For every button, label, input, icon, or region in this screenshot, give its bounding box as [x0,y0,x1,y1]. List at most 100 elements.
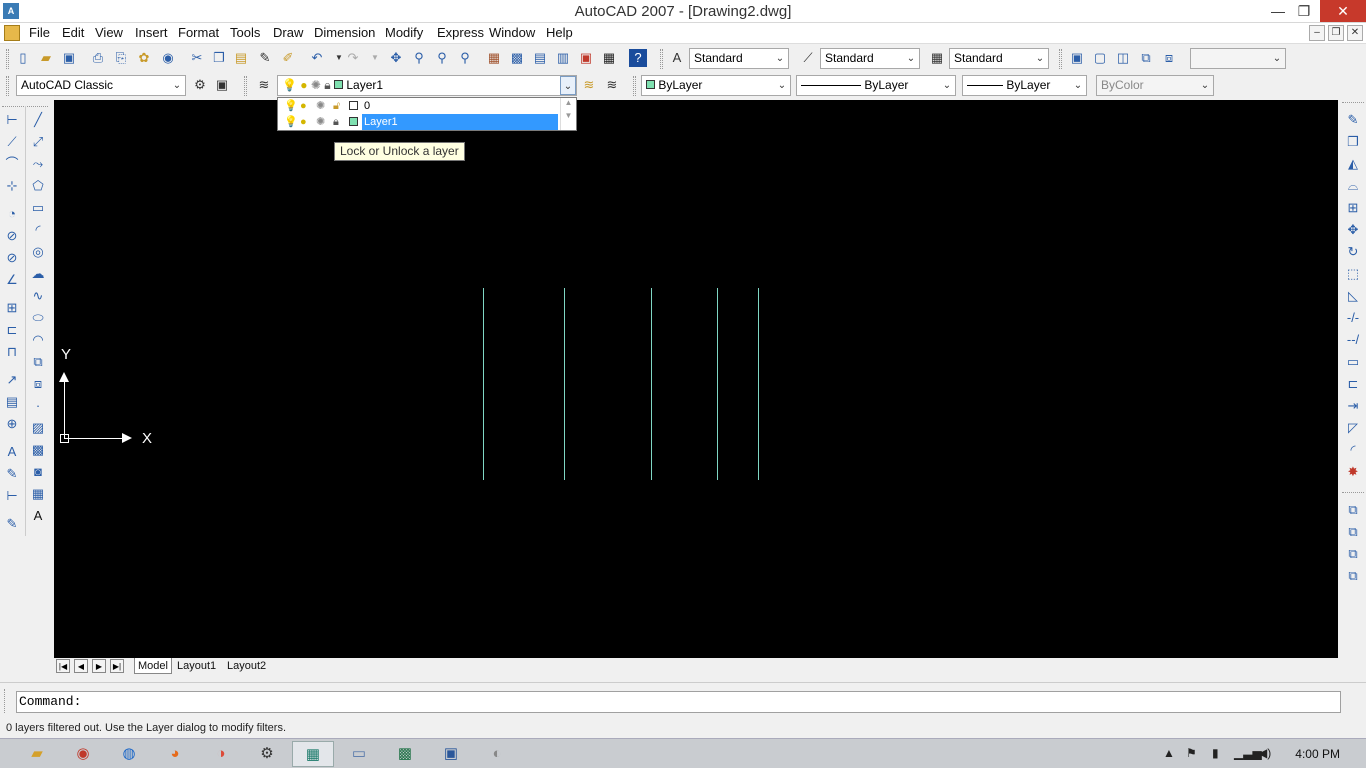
open-icon[interactable]: ▰ [37,49,55,67]
help-icon[interactable]: ? [629,49,647,67]
plot-icon[interactable]: ⎙ [89,49,107,67]
dim-update-icon[interactable]: ⊢ [2,486,22,506]
point-icon[interactable]: · [28,396,48,416]
properties-icon[interactable]: ▦ [485,49,503,67]
menu-help[interactable]: Help [546,25,573,40]
construction-line-icon[interactable]: ⤢ [28,132,48,152]
dim-style-select[interactable]: Standard ⌄ [820,48,920,69]
toolbar-grip[interactable] [244,76,247,96]
quickcalc-icon[interactable]: ▦ [600,49,618,67]
first-tab-icon[interactable]: |◀ [56,659,70,673]
single-viewport-icon[interactable]: ▢ [1091,49,1109,67]
convert-viewport-icon[interactable]: ⧉ [1137,49,1155,67]
minimize-button[interactable]: — [1264,0,1292,22]
3d-dwf-icon[interactable]: ◉ [159,49,177,67]
chamfer-icon[interactable]: ◸ [1343,418,1363,438]
scroll-down-icon[interactable]: ▼ [561,111,576,120]
line-icon[interactable]: ╱ [28,110,48,130]
gradient-icon[interactable]: ▩ [28,440,48,460]
toolbar-grip[interactable] [6,49,9,69]
flag-icon[interactable]: ⚑ [1186,746,1197,760]
maximize-button[interactable]: ❐ [1290,0,1318,22]
doc-close-button[interactable]: ✕ [1347,25,1363,41]
chevron-down-icon[interactable]: ⌄ [1070,76,1086,95]
tool-palettes-icon[interactable]: ▤ [531,49,549,67]
last-tab-icon[interactable]: ▶| [110,659,124,673]
make-block-icon[interactable]: ⧈ [28,374,48,394]
next-tab-icon[interactable]: ▶ [92,659,106,673]
angular-icon[interactable]: ∠ [2,270,22,290]
drawn-line[interactable] [483,288,484,480]
layer-manager-icon[interactable]: ≋ [255,76,273,94]
toolbar-grip[interactable] [1342,102,1364,103]
menu-window[interactable]: Window [489,25,535,40]
viewport-freeze-icon[interactable]: ✺ [316,98,325,114]
sun-icon[interactable]: ● [300,98,307,114]
menu-dimension[interactable]: Dimension [314,25,375,40]
cut-icon[interactable]: ✂ [188,49,206,67]
unlock-icon[interactable]: 🔓︎ [333,98,340,114]
center-mark-icon[interactable]: ⊕ [2,414,22,434]
menu-view[interactable]: View [95,25,123,40]
excel-icon[interactable]: ▩ [384,741,426,767]
table-style-select[interactable]: Standard ⌄ [949,48,1049,69]
menu-modify[interactable]: Modify [385,25,423,40]
dropdown-scrollbar[interactable]: ▲ ▼ [560,98,576,130]
menu-express[interactable]: Express [437,25,484,40]
redo-icon[interactable]: ↷ [344,49,362,67]
insert-block-icon[interactable]: ⧉ [28,352,48,372]
tab-layout2[interactable]: Layout2 [224,658,269,674]
drawn-line[interactable] [651,288,652,480]
paste-icon[interactable]: ▤ [232,49,250,67]
move-icon[interactable]: ✥ [1343,220,1363,240]
chevron-down-icon[interactable]: ⌄ [903,49,919,68]
offset-icon[interactable]: ⌓ [1343,176,1363,196]
mirror-icon[interactable]: ◭ [1343,154,1363,174]
layer-select[interactable]: 💡 ● ✺ 🔒︎ Layer1 ⌄ [277,75,577,96]
chevron-down-icon[interactable]: ⌄ [169,76,185,95]
zoom-previous-icon[interactable]: ⚲ [456,49,474,67]
jogged-icon[interactable]: ⊘ [2,226,22,246]
fillet-icon[interactable]: ◜ [1343,440,1363,460]
menu-tools[interactable]: Tools [230,25,260,40]
window-app-icon[interactable]: ▭ [338,741,380,767]
menu-insert[interactable]: Insert [135,25,168,40]
text-style-icon[interactable]: A [668,49,686,67]
qleader-icon[interactable]: ↗ [2,370,22,390]
layer-previous-icon[interactable]: ≋ [603,76,621,94]
bring-to-front-icon[interactable]: ⧉ [1343,500,1363,520]
workspace-save-icon[interactable]: ▣ [213,76,231,94]
command-grip[interactable] [4,689,12,713]
bring-above-icon[interactable]: ⧉ [1343,544,1363,564]
zoom-window-icon[interactable]: ⚲ [433,49,451,67]
ordinate-icon[interactable]: ⊹ [2,176,22,196]
chevron-down-icon[interactable]: ⌄ [939,76,955,95]
prev-tab-icon[interactable]: ◀ [74,659,88,673]
taskbar-clock[interactable]: 4:00 PM [1295,747,1340,761]
viewport-freeze-icon[interactable]: ✺ [316,114,325,130]
viewport-icon[interactable]: ▣ [1068,49,1086,67]
spline-icon[interactable]: ∿ [28,286,48,306]
scroll-up-icon[interactable]: ▲ [561,98,576,107]
table-icon[interactable]: ▦ [28,484,48,504]
toolbar-grip[interactable] [6,76,9,96]
arc-length-icon[interactable]: ⌒ [2,154,22,174]
firefox-icon[interactable]: ◕ [154,741,196,767]
chevron-down-icon[interactable]: ⌄ [772,49,788,68]
arc-icon[interactable]: ◜ [28,220,48,240]
doc-restore-button[interactable]: ❐ [1328,25,1344,41]
stretch-icon[interactable]: ◺ [1343,286,1363,306]
volume-icon[interactable]: ◀) [1258,746,1271,760]
lightbulb-icon[interactable]: 💡 [284,98,298,114]
rectangle-icon[interactable]: ▭ [28,198,48,218]
linetype-select[interactable]: ByLayer ⌄ [796,75,956,96]
polyline-icon[interactable]: ⤳ [28,154,48,174]
tab-layout1[interactable]: Layout1 [174,658,219,674]
multiline-text-icon[interactable]: A [28,506,48,526]
block-editor-icon[interactable]: ✐ [279,49,297,67]
toolbar-grip[interactable] [1342,492,1364,493]
drawn-line[interactable] [717,288,718,480]
command-input[interactable]: Command: [16,691,1341,713]
chrome-icon[interactable]: ◑ [200,741,242,767]
app-icon[interactable]: ◉ [62,741,104,767]
